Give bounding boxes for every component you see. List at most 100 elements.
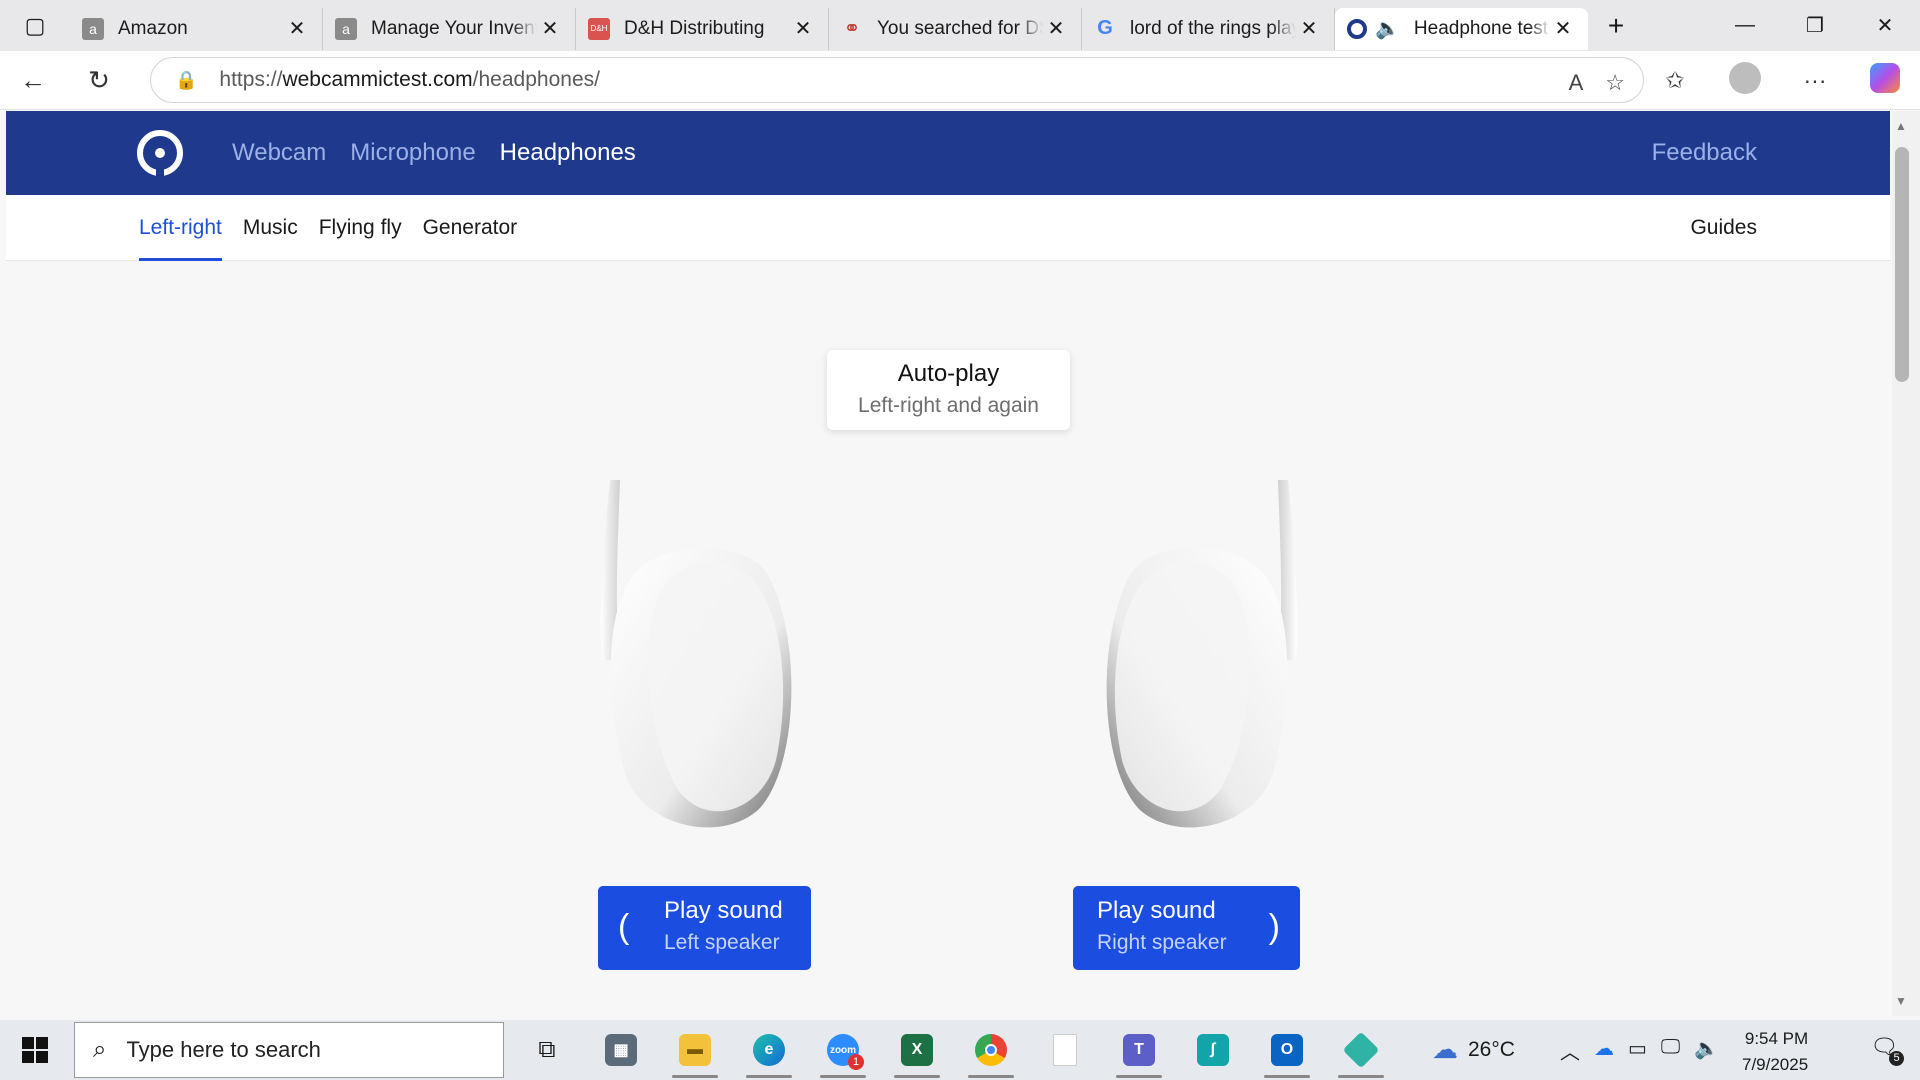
amazon-icon: a [82, 17, 104, 40]
autoplay-subtitle: Left-right and again [858, 394, 1039, 417]
tab-google[interactable]: G lord of the rings play ✕ [1082, 7, 1335, 50]
tab-title: Manage Your Inventory [371, 17, 537, 39]
address-bar-row: ← ↻ 🔒 https://webcammictest.com/headphon… [0, 51, 1920, 110]
copilot-icon[interactable] [1850, 62, 1920, 99]
guides-link[interactable]: Guides [1690, 216, 1757, 240]
tab-inventory[interactable]: a Manage Your Inventory ✕ [323, 7, 576, 50]
restore-icon[interactable]: ❐ [1780, 0, 1850, 51]
chrome-icon[interactable] [954, 1020, 1028, 1080]
page-scrollbar[interactable]: ▲ ▼ [1892, 111, 1920, 1016]
left-headphone-cup[interactable] [598, 480, 808, 840]
read-aloud-icon[interactable]: A [1569, 70, 1584, 96]
close-icon[interactable]: ✕ [537, 16, 563, 41]
search-site-icon: ⚭ [843, 18, 861, 40]
search-placeholder: Type here to search [126, 1037, 321, 1062]
close-icon[interactable]: ✕ [1043, 16, 1069, 41]
system-tray: ︿ ☁ ▭ 🖵 🔈 [1560, 1036, 1719, 1065]
excel-icon[interactable]: X [880, 1020, 954, 1080]
play-right-sublabel: Right speaker [1097, 931, 1227, 954]
taskbar-search[interactable]: ⌕ Type here to search [74, 1022, 504, 1078]
tab-title: Headphone test [1413, 17, 1549, 39]
play-left-button[interactable]: ( Play sound Left speaker [598, 886, 811, 970]
subnav-music[interactable]: Music [243, 195, 298, 261]
minimize-icon[interactable]: — [1710, 0, 1780, 51]
play-right-button[interactable]: Play sound Right speaker ) [1073, 886, 1300, 970]
url-path: /headphones/ [472, 68, 600, 91]
close-icon[interactable]: ✕ [1296, 16, 1322, 41]
taskbar: ⌕ Type here to search ⧉ ▦ ▬ e zoom 1 X T … [0, 1020, 1920, 1080]
nav-webcam[interactable]: Webcam [232, 139, 326, 167]
right-headphone-icon: ) [1268, 908, 1280, 946]
nav-headphones[interactable]: Headphones [500, 139, 636, 167]
teams-icon[interactable]: T [1102, 1020, 1176, 1080]
play-left-sublabel: Left speaker [664, 931, 780, 954]
close-icon[interactable]: ✕ [284, 16, 310, 41]
tab-actions-icon[interactable]: ▢ [0, 0, 70, 51]
tab-title: D&H Distributing [624, 17, 765, 39]
back-icon[interactable]: ← [0, 51, 66, 110]
network-icon[interactable]: 🖵 [1661, 1036, 1680, 1065]
profile-avatar[interactable] [1710, 61, 1780, 100]
task-view-icon[interactable]: ⧉ [510, 1020, 584, 1080]
lock-icon[interactable]: 🔒 [175, 70, 197, 91]
notification-icon[interactable]: 🗨 5 [1870, 1034, 1904, 1066]
subnav-flying-fly[interactable]: Flying fly [319, 195, 402, 261]
subnav-generator[interactable]: Generator [423, 195, 518, 261]
site-logo[interactable] [137, 130, 183, 176]
app-icon[interactable] [1324, 1020, 1398, 1080]
edge-icon[interactable]: e [732, 1020, 806, 1080]
close-icon[interactable]: ✕ [1550, 16, 1576, 41]
close-icon[interactable]: ✕ [790, 16, 816, 41]
scroll-up-icon[interactable]: ▲ [1895, 119, 1907, 133]
file-explorer-icon[interactable]: ▬ [658, 1020, 732, 1080]
more-icon[interactable]: ··· [1780, 67, 1850, 94]
subnav-left-right[interactable]: Left-right [139, 195, 222, 261]
tab-title: You searched for DS [877, 17, 1043, 39]
dh-icon: D&H [588, 17, 610, 40]
volume-icon[interactable]: 🔈 [1694, 1036, 1719, 1065]
main-nav: Webcam Microphone Headphones [232, 111, 636, 195]
calculator-icon[interactable]: ▦ [584, 1020, 658, 1080]
refresh-icon[interactable]: ↻ [66, 51, 132, 110]
outlook-icon[interactable]: O [1250, 1020, 1324, 1080]
browser-tab-bar: ▢ a Amazon ✕ a Manage Your Inventory ✕ D… [0, 0, 1920, 51]
left-headphone-icon: ( [618, 908, 630, 946]
battery-icon[interactable]: ▭ [1628, 1036, 1647, 1065]
autoplay-button[interactable]: Auto-play Left-right and again [827, 350, 1070, 430]
onedrive-icon[interactable]: ☁ [1594, 1036, 1614, 1065]
play-right-label: Play sound [1097, 897, 1216, 924]
feedback-link[interactable]: Feedback [1652, 139, 1757, 167]
favorites-icon[interactable]: ✩ [1640, 67, 1710, 94]
start-button[interactable] [0, 1020, 70, 1080]
clock-time: 9:54 PM [1744, 1029, 1809, 1048]
weather-widget[interactable]: ☁ 26°C [1432, 1034, 1515, 1065]
address-bar[interactable]: 🔒 https://webcammictest.com/headphones/ … [150, 57, 1644, 103]
google-icon: G [1097, 17, 1113, 39]
speaker-icon[interactable]: 🔈 [1375, 16, 1400, 41]
scrollbar-thumb[interactable] [1895, 147, 1909, 382]
clock[interactable]: 9:54 PM 7/9/2025 [1742, 1026, 1808, 1078]
url-host: webcammictest.com [282, 68, 473, 91]
tab-search[interactable]: ⚭ You searched for DS ✕ [829, 7, 1082, 50]
weather-rain-icon: ☁ [1432, 1034, 1458, 1064]
right-headphone-cup[interactable] [1090, 480, 1300, 840]
tab-headphone-test[interactable]: 🔈 Headphone test ✕ [1335, 7, 1588, 50]
tab-dh[interactable]: D&H D&H Distributing ✕ [576, 7, 829, 50]
tab-title: Amazon [118, 17, 188, 39]
taskbar-apps: ⧉ ▦ ▬ e zoom 1 X T ∫ O [510, 1020, 1398, 1080]
favorite-star-icon[interactable]: ☆ [1605, 70, 1625, 96]
tab-amazon[interactable]: a Amazon ✕ [70, 7, 323, 50]
close-window-icon[interactable]: ✕ [1850, 0, 1920, 51]
autoplay-title: Auto-play [897, 360, 1000, 387]
notepad-icon[interactable] [1028, 1020, 1102, 1080]
zoom-icon[interactable]: zoom 1 [806, 1020, 880, 1080]
chevron-up-icon[interactable]: ︿ [1560, 1036, 1580, 1065]
tab-title: lord of the rings play [1130, 17, 1296, 39]
webcammictest-icon [1347, 18, 1367, 39]
nav-microphone[interactable]: Microphone [350, 139, 475, 167]
sigma-icon[interactable]: ∫ [1176, 1020, 1250, 1080]
amazon-icon: a [335, 17, 357, 40]
browser-toolbar: ✩ ··· [1640, 51, 1920, 110]
scroll-down-icon[interactable]: ▼ [1895, 994, 1907, 1008]
new-tab-button[interactable]: + [1588, 10, 1644, 42]
